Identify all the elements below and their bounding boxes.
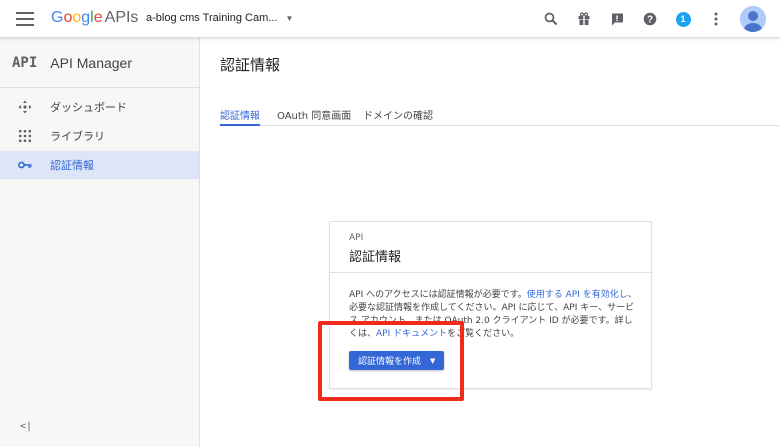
dashboard-icon xyxy=(18,100,32,114)
help-icon[interactable]: ? xyxy=(638,7,662,31)
create-credentials-button[interactable]: 認証情報を作成 ▼ xyxy=(349,351,445,370)
notifications-button[interactable]: 1 xyxy=(671,7,695,31)
main-content: 認証情報 認証情報 OAuth 同意画面 ドメインの確認 API 認証情報 AP… xyxy=(201,38,780,447)
card-description: API へのアクセスには認証情報が必要です。使用する API を有効化し、必要な… xyxy=(349,290,637,339)
tab-domain-verification[interactable]: ドメインの確認 xyxy=(363,107,433,126)
menu-icon[interactable] xyxy=(16,12,34,26)
sidebar-title: API Manager xyxy=(50,54,133,71)
top-app-bar: Google APIs a-blog cms Training Cam... ▼ ?… xyxy=(0,0,780,38)
page-title: 認証情報 xyxy=(220,56,281,74)
api-logo: API xyxy=(12,54,38,71)
header-actions: ? 1 xyxy=(530,6,766,32)
tab-bar: 認証情報 OAuth 同意画面 ドメインの確認 xyxy=(220,102,780,126)
card-subtitle: API xyxy=(349,233,364,243)
tab-oauth-consent[interactable]: OAuth 同意画面 xyxy=(277,107,351,126)
sidebar-item-credentials[interactable]: 認証情報 xyxy=(0,151,199,179)
sidebar-item-dashboard[interactable]: ダッシュボード xyxy=(0,93,199,121)
collapse-sidebar-icon[interactable]: <| xyxy=(20,421,32,432)
sidebar-item-library[interactable]: ライブラリ xyxy=(0,122,199,150)
more-vert-icon[interactable] xyxy=(704,7,728,31)
credentials-card: API 認証情報 API へのアクセスには認証情報が必要です。使用する API … xyxy=(329,221,652,389)
sidebar-item-label: ダッシュボード xyxy=(50,101,127,114)
sidebar: API API Manager ダッシュボード ライブラリ 認証情報 <| xyxy=(0,38,200,447)
notification-count-badge: 1 xyxy=(675,11,691,27)
enable-api-link[interactable]: 使用する API を有効化し xyxy=(527,290,628,300)
project-name: a-blog cms Training Cam... xyxy=(146,12,278,24)
divider xyxy=(330,272,651,273)
card-title: 認証情報 xyxy=(349,250,402,265)
sidebar-item-label: ライブラリ xyxy=(50,130,105,143)
caret-down-icon: ▼ xyxy=(430,356,436,365)
button-label: 認証情報を作成 xyxy=(358,357,422,367)
sidebar-item-label: 認証情報 xyxy=(50,159,94,172)
feedback-icon[interactable] xyxy=(605,7,629,31)
key-icon xyxy=(18,158,32,172)
account-avatar[interactable] xyxy=(740,6,766,32)
gift-icon[interactable] xyxy=(572,7,596,31)
api-docs-link[interactable]: API ドキュメント xyxy=(376,329,447,339)
chevron-down-icon: ▼ xyxy=(285,14,294,23)
search-icon[interactable] xyxy=(539,7,563,31)
tab-credentials[interactable]: 認証情報 xyxy=(220,107,260,126)
project-selector[interactable]: a-blog cms Training Cam... ▼ xyxy=(146,12,293,24)
google-apis-logo[interactable]: Google APIs xyxy=(51,9,138,27)
library-icon xyxy=(18,129,32,143)
sidebar-header: API API Manager xyxy=(0,38,199,88)
svg-text:?: ? xyxy=(647,15,653,26)
